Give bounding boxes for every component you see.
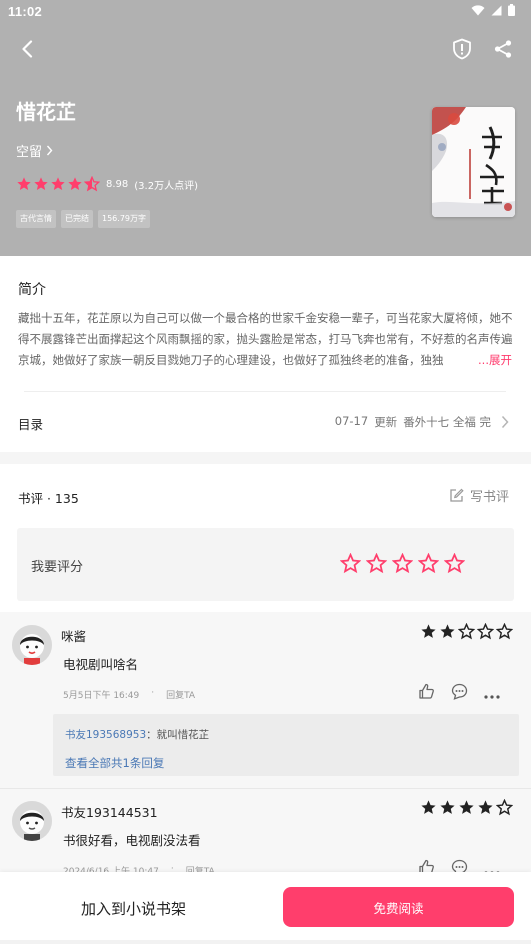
comment-bubble-icon [451,683,468,700]
comment-rating-stars [420,623,513,640]
bottom-action-bar: 加入到小说书架 免费阅读 [0,872,531,944]
more-button[interactable] [484,684,500,703]
shield-alert-icon [453,38,471,60]
add-to-shelf-button[interactable]: 加入到小说书架 [0,872,267,944]
my-rating-box: 我要评分 [17,528,514,601]
book-tags: 古代言情 已完结 156.79万字 [16,210,150,228]
book-cover[interactable] [432,107,515,217]
like-button[interactable] [418,683,435,704]
book-cover-art [432,107,515,217]
meta-dot: · [151,688,155,698]
comment-time: 5月5日下午 16:49 [63,691,140,701]
status-icons [471,4,515,16]
star-outline-icon [477,623,494,640]
star-outline-icon [340,553,361,574]
intro-heading: 简介 [18,282,46,298]
star-filled-icon [68,177,82,190]
tag-status: 已完结 [61,210,93,228]
comment-actions [418,683,500,704]
author-link[interactable]: 空留 [16,141,53,160]
share-icon [494,40,512,58]
catalog-update: 更新 [374,415,398,429]
reviews-title: 书评 · 135 [18,491,79,506]
author-name: 空留 [16,145,43,160]
comment-rating-stars [420,799,513,816]
star-outline-icon [392,553,413,574]
avatar-image [12,801,52,841]
status-bar: 11:02 [0,0,531,24]
book-title: 惜花芷 [16,100,76,124]
free-read-button[interactable]: 免费阅读 [283,887,514,927]
chevron-right-icon [501,415,509,429]
expand-intro-link[interactable]: ...展开 [476,350,512,371]
star-outline-icon [444,553,465,574]
share-button[interactable] [490,36,516,62]
divider [24,391,506,392]
star-filled-icon [478,800,493,814]
battery-icon [508,4,515,16]
home-indicator [0,940,531,944]
catalog-chevron[interactable] [501,414,509,433]
report-button[interactable] [449,36,475,62]
reply-line: 书友193568953：就叫惜花芷 [65,727,209,742]
rating-stars [16,176,100,192]
star-filled-icon [440,800,455,814]
rating-score: 8.98 [106,178,129,190]
thumbs-up-icon [419,683,434,699]
catalog-label[interactable]: 目录 [18,414,43,433]
star-outline-icon [366,553,387,574]
chevron-right-icon [46,145,53,156]
book-rating: 8.98 (3.2万人点评) [16,175,198,193]
view-all-replies-link[interactable]: 查看全部共1条回复 [65,755,164,771]
intro-section: 简介 藏拙十五年，花芷原以为自己可以做一个最合格的世家千金安稳一辈子，可当花家大… [0,256,531,452]
star-outline-icon [418,553,439,574]
book-header: 11:02 惜花芷 空留 8.98 (3.2万人点评) 古代言情 已完结 156… [0,0,531,256]
reply-text: ：就叫惜花芷 [146,729,210,741]
star-outline-icon [458,623,475,640]
back-arrow-icon [22,40,33,58]
star-outline-icon [496,799,513,816]
tag-word-count: 156.79万字 [98,210,150,228]
reply-link[interactable]: 回复TA [166,688,195,701]
reviews-section: 书评 · 135 写书评 我要评分 咪酱 电视剧叫啥名 5月5日下午 16:49… [0,464,531,877]
back-button[interactable] [14,36,40,62]
star-half-icon [84,176,100,192]
rating-count: (3.2万人点评) [134,180,198,192]
commenter-name[interactable]: 咪酱 [61,626,86,645]
comment-text: 书很好看，电视剧没法看 [63,833,201,848]
catalog-latest[interactable]: 07-17 更新 番外十七 全福 完 [335,414,491,430]
star-outline-icon [496,623,513,640]
catalog-latest-chapter: 番外十七 全福 完 [403,415,491,429]
star-filled-icon [440,624,455,638]
commenter-name[interactable]: 书友193144531 [61,802,158,821]
catalog-date: 07-17 [334,414,369,428]
section-separator [0,452,531,464]
avatar[interactable] [12,801,52,841]
avatar[interactable] [12,625,52,665]
my-rating-label: 我要评分 [31,560,84,575]
status-time: 11:02 [8,4,43,19]
star-filled-icon [51,177,65,190]
star-filled-icon [421,624,436,638]
reply-box: 书友193568953：就叫惜花芷 查看全部共1条回复 [53,714,519,776]
star-filled-icon [17,177,31,190]
comment-text: 电视剧叫啥名 [63,657,139,672]
comment-button[interactable] [451,683,468,704]
write-review-label: 写书评 [469,490,509,505]
star-filled-icon [421,800,436,814]
wifi-icon [471,4,485,15]
signal-icon [491,5,502,15]
intro-text: 藏拙十五年，花芷原以为自己可以做一个最合格的世家千金安稳一辈子，可当花家大厦将倾… [18,311,513,367]
tag-genre: 古代言情 [16,210,56,228]
divider [0,788,531,789]
edit-icon [450,488,464,502]
star-filled-icon [459,800,474,814]
my-rating-stars[interactable] [340,553,465,574]
write-review-button[interactable]: 写书评 [449,486,509,505]
star-filled-icon [34,177,48,190]
comment-meta: 5月5日下午 16:49 · 回复TA [63,688,195,701]
avatar-image [12,625,52,665]
more-dots-icon [484,695,500,699]
reply-username[interactable]: 书友193568953 [65,729,146,741]
